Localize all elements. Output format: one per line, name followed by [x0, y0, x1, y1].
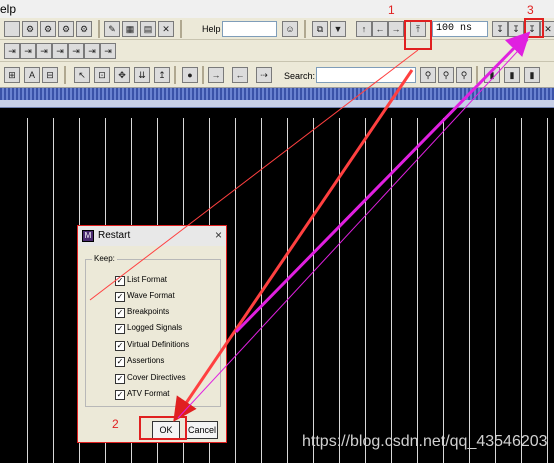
thin-magenta-line	[177, 39, 529, 419]
watermark: https://blog.csdn.net/qq_43546203	[302, 433, 548, 450]
red-arrow	[173, 69, 414, 422]
annotation-arrows	[89, 31, 531, 422]
magenta-arrow	[234, 31, 531, 334]
thin-red-line	[89, 49, 419, 301]
